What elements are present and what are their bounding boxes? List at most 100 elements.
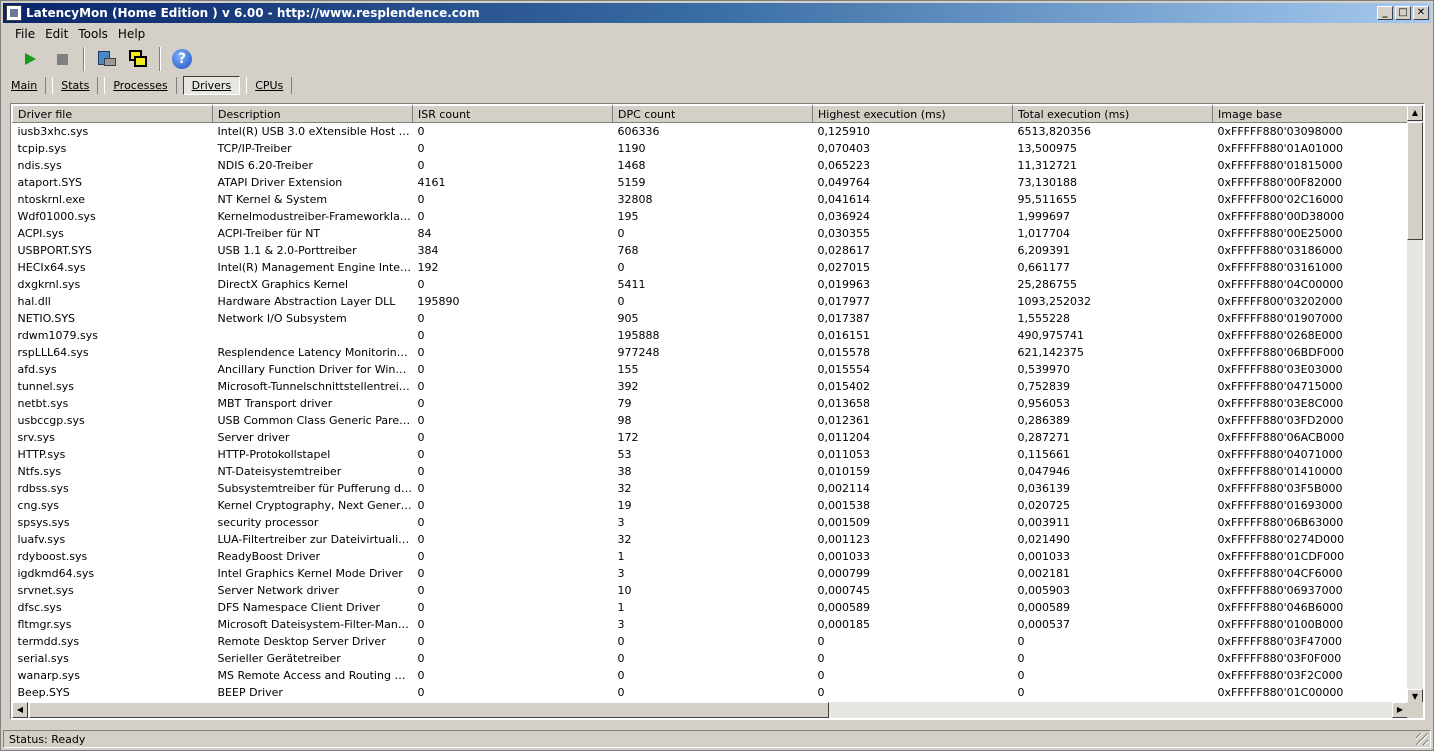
table-cell: Microsoft Dateisystem-Filter-Manager — [217, 617, 413, 631]
table-row[interactable]: Wdf01000.sys Kernelmodustreiber-Framework… — [13, 208, 1409, 225]
table-row[interactable]: Ntfs.sys NT-Dateisystemtreiber 0 38 0,010159… — [13, 463, 1409, 480]
table-cell: 0,028617 — [817, 243, 871, 257]
table-cell: 0 — [417, 549, 425, 563]
menu-edit[interactable]: Edit — [41, 26, 72, 42]
table-cell: rdwm1079.sys — [17, 328, 99, 342]
column-header[interactable]: Highest execution (ms) — [812, 105, 1013, 123]
table-cell: 195888 — [617, 328, 660, 342]
table-row[interactable]: ntoskrnl.exe NT Kernel & System 0 32808 0,04… — [13, 191, 1409, 208]
table-cell: 3 — [617, 617, 625, 631]
column-header[interactable]: ISR count — [412, 105, 613, 123]
table-row[interactable]: HTTP.sys HTTP-Protokollstapel 0 53 0,011053 0… — [13, 446, 1409, 463]
table-row[interactable]: cng.sys Kernel Cryptography, Next Generat… — [13, 497, 1409, 514]
table-row[interactable]: serial.sys Serieller Gerätetreiber 0 0 0 0 0xF… — [13, 650, 1409, 667]
table-row[interactable]: HECIx64.sys Intel(R) Management Engine In… — [13, 259, 1409, 276]
table-cell: 0xFFFFF880'06BDF000 — [1217, 345, 1345, 359]
vertical-scrollbar[interactable]: ▲ ▼ — [1407, 105, 1423, 705]
scroll-right-arrow-icon[interactable]: ▶ — [1392, 702, 1408, 718]
table-row[interactable]: netbt.sys MBT Transport driver 0 79 0,013658… — [13, 395, 1409, 412]
maximize-button[interactable]: □ — [1395, 6, 1411, 20]
table-row[interactable]: NETIO.SYS Network I/O Subsystem 0 905 0,0173… — [13, 310, 1409, 327]
table-row[interactable]: dxgkrnl.sys DirectX Graphics Kernel 0 5411 0… — [13, 276, 1409, 293]
table-row[interactable]: afd.sys Ancillary Function Driver for Win… — [13, 361, 1409, 378]
table-cell: 0 — [417, 413, 425, 427]
table-cell: 0 — [617, 260, 625, 274]
table-cell: dxgkrnl.sys — [17, 277, 81, 291]
table-row[interactable]: USBPORT.SYS USB 1.1 & 2.0-Porttreiber 384 7… — [13, 242, 1409, 259]
stop-button[interactable] — [49, 46, 75, 72]
tab-processes[interactable]: Processes — [104, 76, 177, 94]
table-row[interactable]: usbccgp.sys USB Common Class Generic Pare… — [13, 412, 1409, 429]
minimize-button[interactable]: _ — [1377, 6, 1393, 20]
close-button[interactable]: ✕ — [1413, 6, 1429, 20]
table-row[interactable]: hal.dll Hardware Abstraction Layer DLL 195… — [13, 293, 1409, 310]
table-row[interactable]: wanarp.sys MS Remote Access and Routing A… — [13, 667, 1409, 684]
window-title: LatencyMon (Home Edition ) v 6.00 - http… — [26, 6, 480, 20]
table-cell: 0 — [1017, 668, 1025, 682]
tab-main[interactable]: Main — [3, 76, 47, 94]
table-cell: 0xFFFFF880'03F5B000 — [1217, 481, 1343, 495]
table-cell: HTTP.sys — [17, 447, 66, 461]
table-row[interactable]: termdd.sys Remote Desktop Server Driver 0 0… — [13, 633, 1409, 650]
table-row[interactable]: srvnet.sys Server Network driver 0 10 0,0007… — [13, 582, 1409, 599]
table-row[interactable]: iusb3xhc.sys Intel(R) USB 3.0 eXtensible … — [13, 123, 1409, 140]
title-bar[interactable]: LatencyMon (Home Edition ) v 6.00 - http… — [3, 3, 1431, 23]
table-cell: 32 — [617, 532, 632, 546]
table-row[interactable]: tunnel.sys Microsoft-Tunnelschnittstellen… — [13, 378, 1409, 395]
table-row[interactable]: rdwm1079.sys 0 195888 0,016151 490,975741 0xF… — [13, 327, 1409, 344]
table-cell: 392 — [617, 379, 639, 393]
scroll-left-arrow-icon[interactable]: ◀ — [12, 702, 28, 718]
column-header[interactable]: Total execution (ms) — [1012, 105, 1213, 123]
table-row[interactable]: luafv.sys LUA-Filtertreiber zur Dateivirt… — [13, 531, 1409, 548]
table-row[interactable]: Beep.SYS BEEP Driver 0 0 0 0 0xFFFFF880'01C000… — [13, 684, 1409, 701]
table-cell: 0xFFFFF880'01A01000 — [1217, 141, 1344, 155]
column-header[interactable]: Image base — [1212, 105, 1408, 123]
table-cell: 0,020725 — [1017, 498, 1071, 512]
table-row[interactable]: rdyboost.sys ReadyBoost Driver 0 1 0,001033 0… — [13, 548, 1409, 565]
vertical-scroll-thumb[interactable] — [1407, 122, 1423, 240]
table-row[interactable]: rdbss.sys Subsystemtreiber für Pufferung … — [13, 480, 1409, 497]
table-row[interactable]: dfsc.sys DFS Namespace Client Driver 0 1 0,0… — [13, 599, 1409, 616]
table-cell: 0xFFFFF880'01815000 — [1217, 158, 1343, 172]
table-cell: 0 — [417, 141, 425, 155]
table-cell: netbt.sys — [17, 396, 69, 410]
table-row[interactable]: ACPI.sys ACPI-Treiber für NT 84 0 0,030355 1,… — [13, 225, 1409, 242]
table-cell: ataport.SYS — [17, 175, 83, 189]
table-row[interactable]: ndis.sys NDIS 6.20-Treiber 0 1468 0,065223 11… — [13, 157, 1409, 174]
horizontal-scroll-thumb[interactable] — [29, 702, 829, 718]
menu-tools[interactable]: Tools — [74, 26, 112, 42]
column-header[interactable]: Description — [212, 105, 413, 123]
table-cell: 0 — [817, 668, 825, 682]
table-cell: 0 — [417, 396, 425, 410]
table-cell: 621,142375 — [1017, 345, 1084, 359]
table-cell: 0xFFFFF880'0274D000 — [1217, 532, 1345, 546]
stop-icon — [56, 53, 68, 65]
scroll-up-arrow-icon[interactable]: ▲ — [1407, 105, 1423, 121]
horizontal-scrollbar[interactable]: ◀ ▶ — [12, 702, 1408, 718]
table-row[interactable]: spsys.sys security processor 0 3 0,001509 0,0… — [13, 514, 1409, 531]
table-row[interactable]: tcpip.sys TCP/IP-Treiber 0 1190 0,070403 13,5… — [13, 140, 1409, 157]
tab-cpus[interactable]: CPUs — [246, 76, 293, 94]
windows-button[interactable] — [125, 46, 151, 72]
start-button[interactable] — [17, 46, 43, 72]
resize-grip-icon[interactable] — [1416, 733, 1428, 745]
settings-button[interactable] — [93, 46, 119, 72]
table-row[interactable]: fltmgr.sys Microsoft Dateisystem-Filter-M… — [13, 616, 1409, 633]
table-cell: 0 — [417, 498, 425, 512]
menu-file[interactable]: File — [11, 26, 39, 42]
tab-drivers[interactable]: Drivers — [182, 75, 241, 95]
table-cell: Network I/O Subsystem — [217, 311, 347, 325]
help-button[interactable]: ? — [169, 46, 195, 72]
tab-stats[interactable]: Stats — [52, 76, 99, 94]
table-cell: 0,017977 — [817, 294, 871, 308]
menu-help[interactable]: Help — [114, 26, 149, 42]
table-cell: 0xFFFFF880'03FD2000 — [1217, 413, 1344, 427]
table-cell: 32808 — [617, 192, 653, 206]
column-header[interactable]: DPC count — [612, 105, 813, 123]
table-row[interactable]: srv.sys Server driver 0 172 0,011204 0,287271… — [13, 429, 1409, 446]
column-header[interactable]: Driver file — [12, 105, 213, 123]
table-row[interactable]: rspLLL64.sys Resplendence Latency Monitor… — [13, 344, 1409, 361]
table-cell: Intel Graphics Kernel Mode Driver — [217, 566, 403, 580]
table-row[interactable]: igdkmd64.sys Intel Graphics Kernel Mode D… — [13, 565, 1409, 582]
table-row[interactable]: ataport.SYS ATAPI Driver Extension 4161 515… — [13, 174, 1409, 191]
